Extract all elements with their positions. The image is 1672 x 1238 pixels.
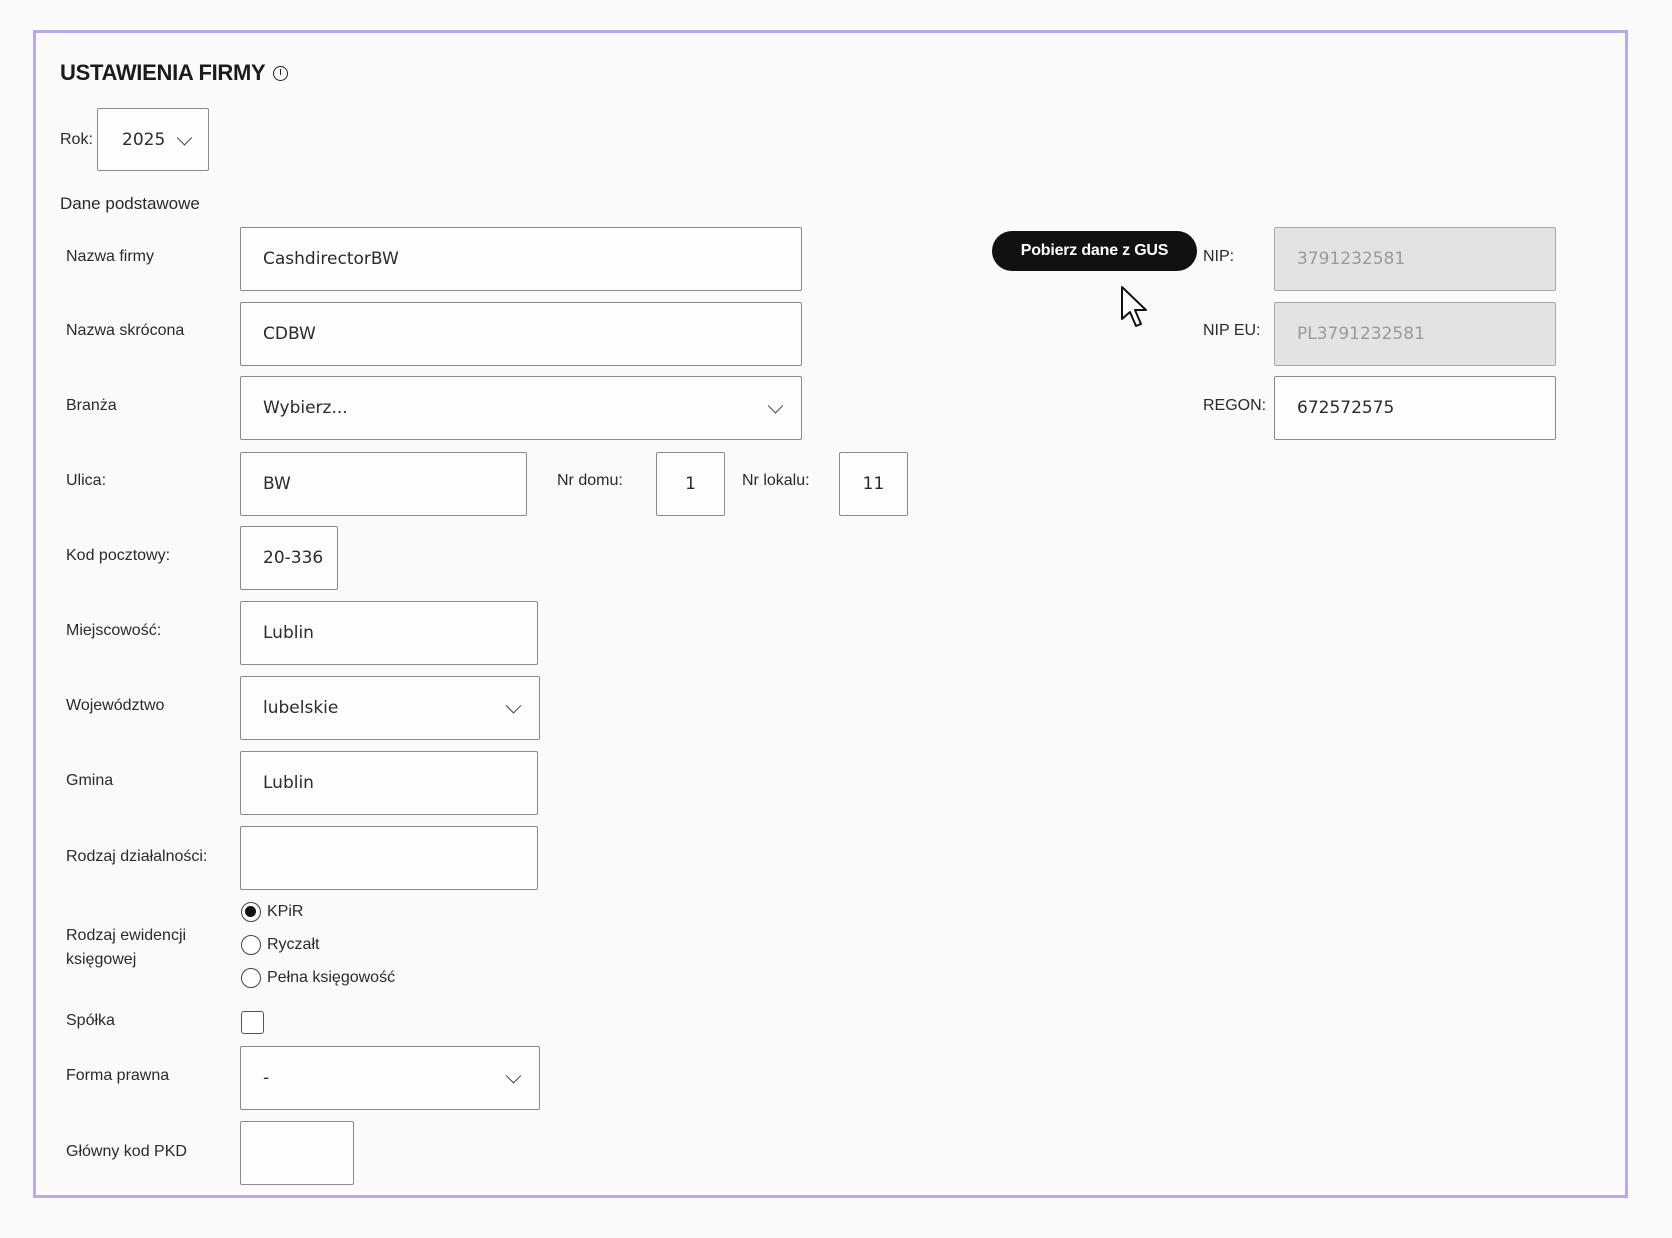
street-value: BW xyxy=(263,474,291,494)
activity-type-input[interactable] xyxy=(240,826,538,890)
city-input[interactable]: Lublin xyxy=(240,601,538,665)
province-label: Województwo xyxy=(66,697,165,714)
mouse-cursor-icon xyxy=(1121,286,1147,327)
house-no-label: Nr domu: xyxy=(557,472,623,489)
partnership-checkbox[interactable] xyxy=(241,1011,264,1034)
industry-value: Wybierz... xyxy=(263,398,348,418)
chevron-down-icon xyxy=(505,698,522,714)
short-name-label: Nazwa skrócona xyxy=(66,322,185,339)
city-label: Miejscowość: xyxy=(66,622,162,639)
province-value: lubelskie xyxy=(263,698,339,718)
nip-eu-input: PL3791232581 xyxy=(1274,302,1556,366)
radio-full-accounting[interactable] xyxy=(241,968,261,988)
house-no-value: 1 xyxy=(685,474,696,494)
nip-input: 3791232581 xyxy=(1274,227,1556,291)
year-value: 2025 xyxy=(122,129,166,150)
section-title: Dane podstawowe xyxy=(60,194,200,213)
fetch-gus-button[interactable]: Pobierz dane z GUS xyxy=(992,231,1197,271)
chevron-down-icon xyxy=(505,1068,522,1084)
industry-select[interactable]: Wybierz... xyxy=(240,376,802,440)
page-title-text: USTAWIENIA FIRMY xyxy=(60,60,266,85)
accounting-type-label-line2: księgowej xyxy=(66,951,137,968)
house-no-input[interactable]: 1 xyxy=(656,452,725,516)
nip-eu-value: PL3791232581 xyxy=(1297,324,1425,344)
city-value: Lublin xyxy=(263,623,314,643)
province-select[interactable]: lubelskie xyxy=(240,676,540,740)
nip-eu-label: NIP EU: xyxy=(1203,322,1261,339)
commune-value: Lublin xyxy=(263,773,314,793)
flat-no-label: Nr lokalu: xyxy=(742,472,810,489)
short-name-value: CDBW xyxy=(263,324,316,344)
industry-label: Branża xyxy=(66,397,117,414)
regon-label: REGON: xyxy=(1203,397,1267,414)
pkd-input[interactable] xyxy=(240,1121,354,1185)
commune-label: Gmina xyxy=(66,772,114,789)
radio-ryczalt[interactable] xyxy=(241,935,261,955)
postal-code-input[interactable]: 20-336 xyxy=(240,526,338,590)
year-select[interactable]: 2025 xyxy=(97,108,209,171)
company-name-value: CashdirectorBW xyxy=(263,249,399,269)
nip-label: NIP: xyxy=(1203,248,1235,265)
commune-input[interactable]: Lublin xyxy=(240,751,538,815)
regon-value: 672572575 xyxy=(1297,398,1395,418)
radio-option-kpir[interactable]: KPiR xyxy=(241,902,303,922)
partnership-label: Spółka xyxy=(66,1012,115,1029)
activity-type-label: Rodzaj działalności: xyxy=(66,848,208,865)
radio-option-ryczalt[interactable]: Ryczałt xyxy=(241,935,319,955)
radio-ryczalt-label: Ryczałt xyxy=(267,936,320,953)
chevron-down-icon xyxy=(767,398,784,414)
postal-code-label: Kod pocztowy: xyxy=(66,547,171,564)
legal-form-select[interactable]: - xyxy=(240,1046,540,1110)
nip-value: 3791232581 xyxy=(1297,249,1406,269)
chevron-down-icon xyxy=(176,129,193,146)
flat-no-input[interactable]: 11 xyxy=(839,452,908,516)
radio-option-full-accounting[interactable]: Pełna księgowość xyxy=(241,968,395,988)
street-input[interactable]: BW xyxy=(240,452,527,516)
legal-form-label: Forma prawna xyxy=(66,1067,170,1084)
company-name-input[interactable]: CashdirectorBW xyxy=(240,227,802,291)
info-icon[interactable] xyxy=(273,65,289,81)
radio-kpir[interactable] xyxy=(241,902,261,922)
accounting-type-label-line1: Rodzaj ewidencji xyxy=(66,927,187,944)
short-name-input[interactable]: CDBW xyxy=(240,302,802,366)
pkd-label: Główny kod PKD xyxy=(66,1143,187,1160)
company-name-label: Nazwa firmy xyxy=(66,248,155,265)
postal-code-value: 20-336 xyxy=(263,548,324,568)
street-label: Ulica: xyxy=(66,472,107,489)
page-title: USTAWIENIA FIRMY xyxy=(60,60,289,86)
radio-kpir-label: KPiR xyxy=(267,903,304,920)
regon-input[interactable]: 672572575 xyxy=(1274,376,1556,440)
legal-form-value: - xyxy=(263,1068,270,1088)
radio-full-accounting-label: Pełna księgowość xyxy=(267,969,396,986)
year-label: Rok: xyxy=(60,131,93,148)
flat-no-value: 11 xyxy=(862,474,885,494)
